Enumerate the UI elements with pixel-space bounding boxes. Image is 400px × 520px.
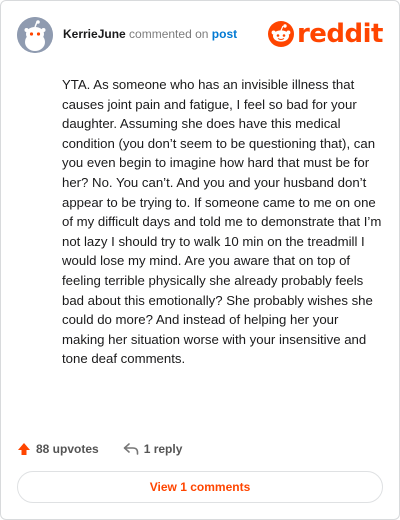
- upvote-button[interactable]: 88 upvotes: [17, 442, 99, 456]
- upvote-arrow-icon: [18, 443, 30, 455]
- avatar[interactable]: [17, 17, 53, 53]
- action-text: commented on: [129, 27, 209, 41]
- upvote-count: 88 upvotes: [36, 442, 99, 456]
- reply-count: 1 reply: [143, 442, 183, 456]
- comment-body: YTA. As someone who has an invisible ill…: [62, 77, 382, 367]
- comment-meta: KerrieJune commented on post: [63, 27, 237, 41]
- comment-actions: 88 upvotes 1 reply: [17, 439, 206, 459]
- reply-arrow-icon: [123, 443, 139, 455]
- reddit-wordmark: reddit: [296, 19, 384, 49]
- snoo-avatar-icon: [17, 17, 53, 53]
- view-comments-button[interactable]: View 1 comments: [17, 471, 383, 503]
- reddit-logo[interactable]: reddit: [267, 19, 384, 49]
- comment-header: KerrieJune commented on post reddit: [17, 17, 384, 53]
- username[interactable]: KerrieJune: [63, 27, 126, 41]
- reply-button[interactable]: 1 reply: [123, 442, 183, 456]
- reddit-snoo-icon: [267, 21, 294, 47]
- comment-card: KerrieJune commented on post reddit YTA.…: [0, 0, 400, 520]
- post-link[interactable]: post: [212, 27, 237, 41]
